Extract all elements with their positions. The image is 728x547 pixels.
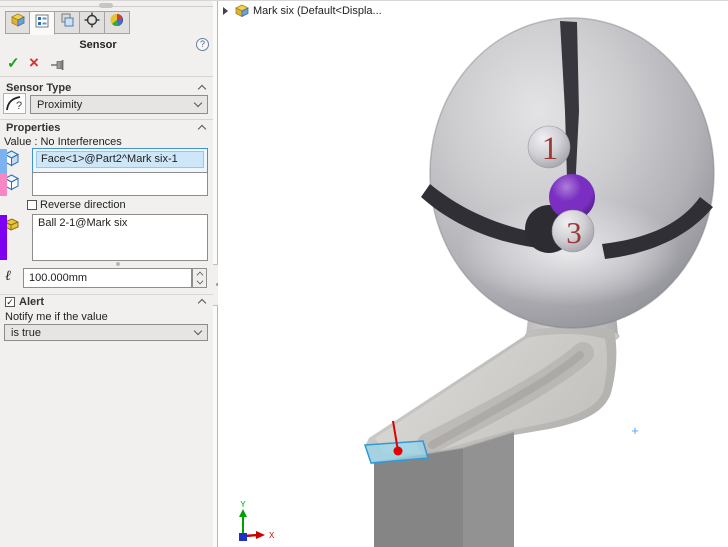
sensor-type-value: Proximity [37, 98, 83, 111]
ball-1-number: 1 [542, 131, 559, 167]
value-status-text: Value : No Interferences [4, 136, 122, 148]
chevron-down-icon [193, 98, 203, 108]
ball-1[interactable]: 1 [527, 125, 571, 169]
panel-top-splitter-grip[interactable] [99, 3, 113, 8]
direction-selection-box[interactable] [32, 172, 208, 196]
dimxpert-crosshair-icon [84, 12, 100, 33]
sensor-point-marker[interactable] [393, 446, 403, 456]
flyout-expand-icon[interactable] [223, 6, 228, 15]
spinner-down-icon[interactable] [196, 277, 203, 285]
alert-notify-text: Notify me if the value [5, 311, 108, 323]
graphics-viewport[interactable]: Mark six (Default<Displa... 1 3 Y X + [218, 1, 728, 547]
listbox-resize-grip[interactable] [116, 262, 120, 266]
help-icon[interactable]: ? [196, 38, 209, 51]
featuremanager-icon [10, 12, 26, 33]
tab-propertymanager[interactable] [30, 11, 55, 35]
ball-3-number: 3 [566, 215, 582, 250]
face-selection-box[interactable]: Face<1>@Part2^Mark six-1 [32, 148, 208, 174]
sensor-type-dropdown[interactable]: Proximity [30, 95, 208, 114]
reverse-direction-label: Reverse direction [40, 199, 126, 211]
alert-header: Alert [19, 296, 45, 308]
component-selection-box[interactable]: Ball 2-1@Mark six [32, 214, 208, 261]
distance-input[interactable]: 100.000mm [23, 268, 192, 288]
face-selection-item[interactable]: Face<1>@Part2^Mark six-1 [36, 151, 204, 168]
distance-spinner[interactable] [192, 268, 207, 288]
alert-checkbox[interactable]: ✓ [5, 297, 15, 307]
flyout-feature-tree[interactable]: Mark six (Default<Displa... [223, 4, 382, 17]
direction-selection-stripe [0, 173, 7, 196]
ok-button[interactable]: ✓ [7, 54, 20, 72]
solidworks-window: Sensor ? ✓ × Sensor Type ? Proximity Pro… [0, 0, 728, 547]
sensor-type-icon: ? [3, 93, 26, 119]
properties-header: Properties [6, 122, 61, 134]
component-selection-stripe [0, 215, 7, 260]
alert-condition-value: is true [11, 326, 41, 339]
triad-y-label: Y [240, 500, 246, 509]
displaymanager-colorwheel-icon [109, 12, 125, 33]
pin-button[interactable] [51, 58, 66, 76]
cancel-button[interactable]: × [29, 53, 39, 73]
propertymanager-icon [34, 13, 50, 34]
flyout-tree-node-label[interactable]: Mark six (Default<Displa... [253, 5, 382, 17]
component-selection-item[interactable]: Ball 2-1@Mark six [33, 215, 207, 231]
svg-text:?: ? [16, 100, 22, 112]
properties-collapse-caret[interactable] [197, 124, 207, 134]
face-selection-stripe [0, 149, 7, 173]
tab-dimxpertmanager[interactable] [80, 11, 105, 34]
sensor-type-collapse-caret[interactable] [197, 84, 207, 94]
tab-configurationmanager[interactable] [55, 11, 80, 34]
ball-3[interactable]: 3 [551, 209, 595, 253]
manager-tab-bar [5, 11, 130, 35]
orientation-triad: Y X [239, 500, 275, 541]
tab-displaymanager[interactable] [105, 11, 130, 34]
separator [0, 119, 213, 120]
model-scene[interactable]: 1 3 Y X + [218, 1, 728, 547]
assembly-icon [235, 4, 249, 17]
triad-x-label: X [269, 531, 275, 540]
property-manager-panel: Sensor ? ✓ × Sensor Type ? Proximity Pro… [0, 1, 213, 547]
alert-collapse-caret[interactable] [197, 298, 207, 308]
separator [0, 294, 213, 295]
triad-z-origin [239, 533, 247, 541]
separator [0, 76, 213, 77]
distance-icon: ℓ [5, 269, 11, 284]
panel-title: Sensor [79, 39, 117, 51]
chevron-down-icon [193, 326, 203, 336]
pushpin-icon [51, 60, 64, 70]
configurationmanager-icon [59, 12, 75, 33]
pointer-plus-mark: + [631, 423, 639, 438]
tab-featuremanager[interactable] [5, 11, 30, 34]
reverse-direction-checkbox[interactable] [27, 200, 37, 210]
alert-condition-dropdown[interactable]: is true [4, 324, 208, 341]
pedestal-right-face[interactable] [463, 432, 514, 547]
pedestal-front-face[interactable] [374, 448, 463, 547]
